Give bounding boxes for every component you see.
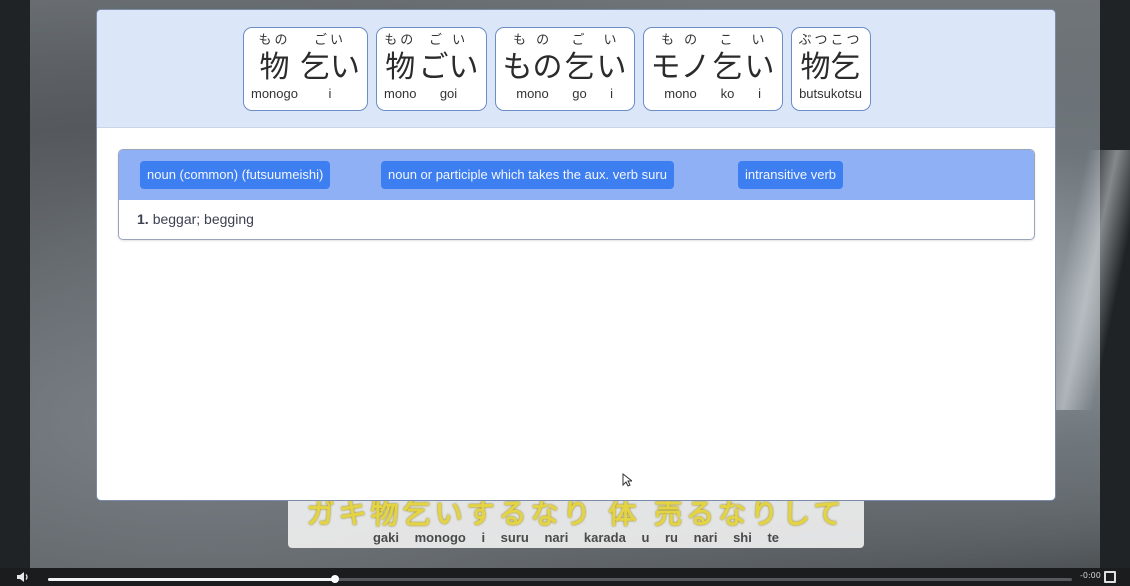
- reading-variants-header: もの物 monogo ごい 乞い i もの物 mono ご いごい goi も のもの mono ご乞…: [97, 10, 1055, 128]
- pos-tag-intransitive-verb[interactable]: intransitive verb: [738, 161, 844, 189]
- pos-tag-suru-noun[interactable]: noun or participle which takes the aux. …: [381, 161, 674, 189]
- reading-variant-card[interactable]: もの物 mono ご いごい goi: [375, 27, 487, 111]
- reading-segment: ごい乞い i: [300, 32, 360, 110]
- reading-variant-card[interactable]: ぶつこつ物乞 butsukotsu: [790, 27, 871, 111]
- word-text: い: [596, 50, 627, 85]
- progress-fill: [48, 578, 335, 581]
- romaji: mono: [516, 86, 549, 101]
- romaji: i: [328, 86, 332, 101]
- reading-segment: こ乞 ko: [713, 32, 743, 110]
- dictionary-popup: もの物 monogo ごい 乞い i もの物 mono ご いごい goi も のもの mono ご乞…: [96, 9, 1056, 501]
- romaji: go: [572, 86, 587, 101]
- reading-segment: もの物 mono: [384, 32, 417, 110]
- word-text: モノ: [650, 50, 711, 85]
- furigana: こ: [719, 33, 736, 48]
- word-text: 物: [259, 50, 290, 85]
- reading-segment: ご乞 go: [565, 32, 595, 110]
- subtitle-box[interactable]: ガキ物乞いするなり 体 売るなりして gaki monogo i suru na…: [288, 498, 864, 548]
- word-text: ごい: [418, 50, 479, 85]
- word-text: 乞い: [299, 50, 360, 85]
- word-text: 物: [385, 50, 416, 85]
- romaji: i: [758, 86, 761, 101]
- word-text: もの: [502, 50, 563, 85]
- romaji: i: [610, 86, 613, 101]
- word-text: 乞: [564, 50, 595, 85]
- reading-variant-card[interactable]: もの物 monogo ごい 乞い i: [243, 27, 368, 111]
- part-of-speech-bar: noun (common) (futsuumeishi) noun or par…: [119, 150, 1034, 200]
- definition-text: beggar; begging: [152, 211, 254, 227]
- furigana: もの: [258, 33, 291, 48]
- subtitle-romaji: gaki monogo i suru nari karada u ru nari…: [372, 530, 780, 545]
- furigana: ご い: [428, 33, 469, 48]
- sense-card: noun (common) (futsuumeishi) noun or par…: [118, 149, 1035, 240]
- romaji: mono: [664, 86, 697, 101]
- furigana: い: [751, 33, 768, 48]
- romaji: butsukotsu: [799, 86, 862, 101]
- subtitle-japanese[interactable]: ガキ物乞いするなり 体 売るなりして: [288, 500, 864, 528]
- time-remaining: -0:00: [1080, 571, 1101, 580]
- furigana: ぶつこつ: [798, 33, 863, 48]
- reading-segment: いいi: [597, 32, 627, 110]
- furigana: い: [603, 33, 620, 48]
- word-text: い: [744, 50, 775, 85]
- reading-segment: いいi: [745, 32, 775, 110]
- progress-handle[interactable]: [330, 575, 339, 583]
- definition-line: 1. beggar; begging: [137, 211, 254, 227]
- reading-segment: ご いごい goi: [419, 32, 479, 110]
- romaji: mono: [383, 86, 417, 101]
- furigana: ご: [571, 33, 588, 48]
- reading-segment: もの物 monogo: [251, 32, 298, 110]
- word-text: 物乞: [800, 50, 861, 85]
- reading-segment: ぶつこつ物乞 butsukotsu: [799, 32, 863, 110]
- romaji: monogo: [251, 86, 298, 101]
- word-text: 乞: [712, 50, 743, 85]
- player-controls: -0:00: [0, 568, 1130, 586]
- volume-icon[interactable]: [16, 570, 30, 584]
- reading-segment: も のもの mono: [503, 32, 563, 110]
- reading-variant-card[interactable]: も のモノ mono こ乞 ko いい i: [642, 27, 783, 111]
- furigana: ごい: [313, 33, 346, 48]
- definition-number: 1.: [137, 211, 149, 227]
- furigana: もの: [384, 33, 417, 48]
- furigana: も の: [660, 33, 701, 48]
- progress-bar[interactable]: [48, 575, 1072, 583]
- pos-tag-common-noun[interactable]: noun (common) (futsuumeishi): [140, 161, 331, 189]
- furigana: も の: [512, 33, 553, 48]
- mouse-pointer-icon: [622, 472, 634, 487]
- fullscreen-icon[interactable]: [1104, 571, 1116, 583]
- reading-variant-card[interactable]: も のもの mono ご乞 go いい i: [494, 27, 635, 111]
- reading-variants: もの物 monogo ごい 乞い i もの物 mono ご いごい goi も のもの mono ご乞…: [243, 27, 871, 111]
- romaji: ko: [720, 86, 735, 101]
- reading-segment: も のモノ mono: [651, 32, 711, 110]
- romaji: goi: [439, 86, 458, 101]
